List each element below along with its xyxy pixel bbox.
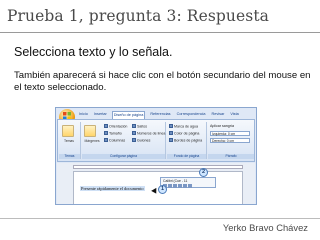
page-borders-icon xyxy=(169,138,173,142)
group-fondo-pagina: Marca de agua Color de página Bordes de … xyxy=(167,122,207,159)
columnas-label: Columnas xyxy=(109,138,126,143)
word-screenshot: Inicio Insertar Diseño de página Referen… xyxy=(55,107,257,205)
temas-button-label: Temas xyxy=(64,139,74,143)
tab-referencias[interactable]: Referencias xyxy=(149,111,171,119)
group-parrafo-label: Párrafo xyxy=(208,154,254,159)
font-color-icon[interactable] xyxy=(183,184,187,188)
orientation-icon xyxy=(104,124,108,128)
margins-icon[interactable] xyxy=(84,125,96,137)
orientacion-label: Orientación xyxy=(109,124,128,129)
watermark-icon xyxy=(169,124,173,128)
guiones-button[interactable]: Guiones xyxy=(132,138,150,144)
tab-insertar[interactable]: Insertar xyxy=(93,111,108,119)
margenes-button-label: Márgenes xyxy=(84,139,100,143)
line-numbers-icon xyxy=(132,131,136,135)
group-fondo-pagina-label: Fondo de página xyxy=(167,154,206,159)
marca-agua-button[interactable]: Marca de agua xyxy=(169,124,198,130)
callout-2: 2 xyxy=(199,168,208,177)
tab-revisar[interactable]: Revisar xyxy=(211,111,226,119)
bordes-pagina-label: Bordes de página xyxy=(174,138,203,143)
group-temas: Temas Temas xyxy=(59,122,81,159)
numeros-linea-label: Números de línea xyxy=(137,131,166,136)
tab-diseno-pagina[interactable]: Diseño de página xyxy=(111,111,146,119)
slide-title: Prueba 1, pregunta 3: Respuesta xyxy=(7,7,269,25)
indent-left-field[interactable]: Izquierda: 0 cm xyxy=(210,131,250,136)
selected-text[interactable]: Presente rápidamente el documento xyxy=(80,186,145,191)
columnas-button[interactable]: Columnas xyxy=(104,138,125,144)
group-configurar-pagina-label: Configurar página xyxy=(82,154,165,159)
ribbon-tabs: Inicio Insertar Diseño de página Referen… xyxy=(78,111,240,119)
color-pagina-button[interactable]: Color de página xyxy=(169,131,199,137)
tab-vista[interactable]: Vista xyxy=(229,111,239,119)
guiones-label: Guiones xyxy=(137,138,151,143)
hyphenation-icon xyxy=(132,138,136,142)
title-divider xyxy=(0,32,320,33)
highlight-icon[interactable] xyxy=(178,184,182,188)
slide: Prueba 1, pregunta 3: Respuesta Seleccio… xyxy=(0,0,320,240)
size-icon xyxy=(104,131,108,135)
ribbon: Temas Temas Márgenes Orientación Tamaño … xyxy=(57,119,255,162)
tab-inicio[interactable]: Inicio xyxy=(78,111,89,119)
columns-icon xyxy=(104,138,108,142)
tamano-button[interactable]: Tamaño xyxy=(104,131,122,137)
numeros-linea-button[interactable]: Números de línea xyxy=(132,131,165,137)
mini-toolbar-font[interactable]: Calibri (Cue - 11 xyxy=(163,179,187,183)
saltos-label: Saltos xyxy=(137,124,147,129)
mini-toolbar[interactable]: Calibri (Cue - 11 xyxy=(160,177,216,188)
group-temas-label: Temas xyxy=(59,154,80,159)
slide-body-text: También aparecerá si hace clic con el bo… xyxy=(14,70,311,93)
aplicar-sangria-label: Aplicar sangría xyxy=(210,124,234,128)
bordes-pagina-button[interactable]: Bordes de página xyxy=(169,138,202,144)
tab-correspondencia[interactable]: Correspondencia xyxy=(176,111,207,119)
footer-divider xyxy=(0,218,320,219)
document-area: Calibri (Cue - 11 Presente rápidamente e… xyxy=(57,163,255,204)
slide-heading: Selecciona texto y lo señala. xyxy=(14,45,173,59)
group-configurar-pagina: Márgenes Orientación Tamaño Columnas Sal… xyxy=(82,122,166,159)
ruler xyxy=(73,165,243,169)
callout-1: 1 xyxy=(158,185,167,194)
tamano-label: Tamaño xyxy=(109,131,122,136)
indent-icon[interactable] xyxy=(188,184,192,188)
italic-icon[interactable] xyxy=(168,184,172,188)
orientacion-button[interactable]: Orientación xyxy=(104,124,127,130)
group-parrafo: Aplicar sangría Izquierda: 0 cm Derecha:… xyxy=(208,122,254,159)
indent-right-field[interactable]: Derecha: 0 cm xyxy=(210,138,250,143)
page-color-icon xyxy=(169,131,173,135)
mini-toolbar-buttons xyxy=(163,184,192,188)
themes-icon[interactable] xyxy=(62,125,74,137)
saltos-button[interactable]: Saltos xyxy=(132,124,147,130)
center-align-icon[interactable] xyxy=(173,184,177,188)
color-pagina-label: Color de página xyxy=(174,131,200,136)
author-name: Yerko Bravo Chávez xyxy=(222,222,308,233)
marca-agua-label: Marca de agua xyxy=(174,124,198,129)
breaks-icon xyxy=(132,124,136,128)
